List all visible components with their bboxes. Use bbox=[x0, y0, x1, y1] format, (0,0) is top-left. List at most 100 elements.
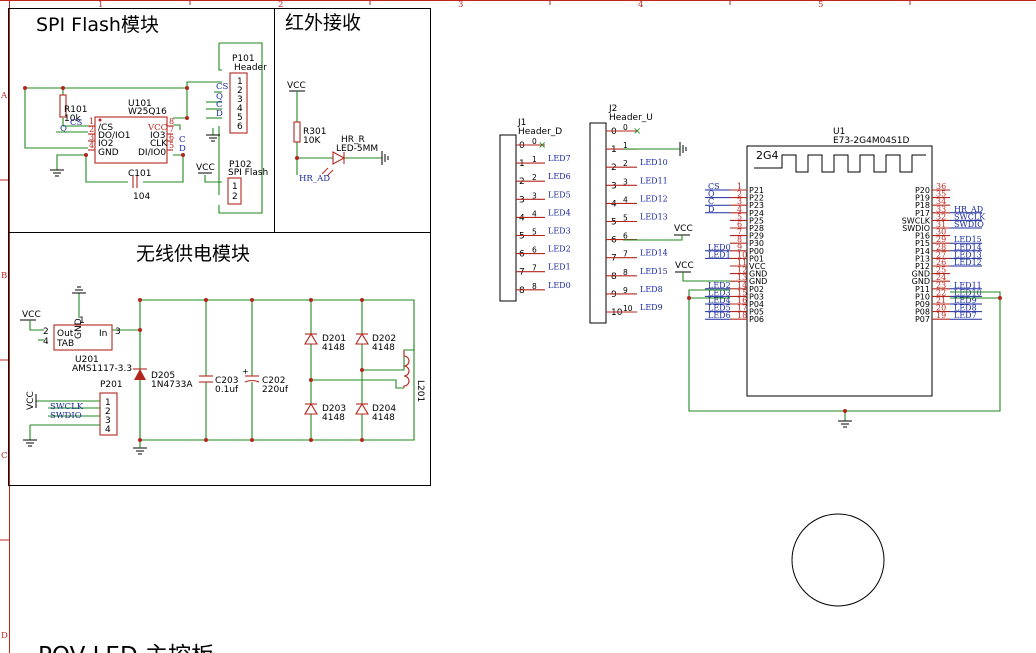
net-label: LED12 bbox=[954, 258, 982, 267]
net-label: D bbox=[179, 144, 186, 154]
net-label: CS bbox=[70, 118, 83, 128]
net-label: LED6 bbox=[708, 311, 731, 320]
net-label: LED5 bbox=[548, 190, 571, 199]
pin-number: 3 bbox=[611, 181, 617, 191]
pin-number: 1 bbox=[79, 316, 85, 326]
net-label: LED6 bbox=[548, 172, 571, 181]
d202-value: 4148 bbox=[372, 343, 395, 353]
r301-value: 10K bbox=[303, 136, 321, 146]
pin-number: 4 bbox=[611, 199, 617, 209]
pin-number: 5 bbox=[519, 232, 525, 242]
pin-number: 1 bbox=[519, 159, 525, 169]
c202-value: 220uf bbox=[262, 385, 289, 395]
pin-number: 6 bbox=[519, 250, 525, 260]
net-label: LED7 bbox=[954, 311, 977, 320]
u101-pin-gnd: GND bbox=[98, 148, 119, 158]
d204-value: 4148 bbox=[372, 413, 395, 423]
u1-left-pin: P06 bbox=[749, 315, 764, 324]
module-u1: U1 E73-2G4M04S1D 2G4 1 P21CS2 P22Q3 P23C4 P2… bbox=[675, 127, 1002, 428]
schematic-canvas: 1 2 3 4 5 A B C D SPI Flash模块 红外接收 无线供电模… bbox=[0, 0, 1036, 653]
vcc-label: VCC bbox=[675, 261, 694, 271]
pin-number: 4 bbox=[105, 425, 111, 435]
vcc-label: VCC bbox=[674, 224, 693, 234]
net-label: CS bbox=[216, 82, 229, 92]
mounting-circle bbox=[791, 513, 885, 607]
svg-text:+: + bbox=[242, 367, 249, 376]
d201-value: 4148 bbox=[322, 343, 345, 353]
drawing-frame: 1 2 3 4 5 A B C D bbox=[0, 0, 1036, 653]
pin-number: 8 bbox=[519, 286, 525, 296]
net-label: LED1 bbox=[708, 250, 731, 259]
pin-number: 4 bbox=[43, 337, 49, 347]
net-label: LED12 bbox=[640, 194, 668, 203]
c203-value: 0.1uf bbox=[215, 385, 239, 395]
frame-col-label: 4 bbox=[638, 0, 643, 10]
wireless-power-title: 无线供电模块 bbox=[136, 243, 250, 265]
frame-row-label: C bbox=[1, 451, 8, 461]
u201-tab: TAB bbox=[56, 339, 74, 349]
u1-antenna-label: 2G4 bbox=[756, 149, 779, 162]
j1-value: Header_D bbox=[518, 127, 562, 137]
p101-value: Header bbox=[234, 63, 267, 73]
net-label: D bbox=[216, 109, 223, 119]
vcc-label: VCC bbox=[22, 310, 41, 320]
pin-number: 7 bbox=[611, 254, 617, 264]
pin-number: 10 bbox=[611, 308, 623, 318]
header-j2: J2 Header_U 0 0 ×1 12 2 LED103 3 LED114 4 LED125 5… bbox=[589, 104, 693, 324]
pin-number: 4 bbox=[519, 213, 525, 223]
svg-text:×: × bbox=[633, 126, 641, 137]
spi-flash-title: SPI Flash模块 bbox=[36, 14, 159, 36]
pin-number: 19 bbox=[936, 311, 946, 320]
frame-col-label: 3 bbox=[458, 0, 463, 10]
led-value: LED-5MM bbox=[336, 144, 378, 154]
pin-number: 2 bbox=[611, 163, 617, 173]
u201-value: AMS1117-3.3 bbox=[72, 364, 132, 374]
net-label: LED14 bbox=[640, 249, 668, 258]
frame-row-label: D bbox=[1, 631, 8, 641]
pin-number: 6 bbox=[611, 236, 617, 246]
net-label: LED3 bbox=[548, 227, 571, 236]
vcc-label: VCC bbox=[196, 163, 215, 173]
vcc-label: VCC bbox=[26, 391, 36, 410]
u101-value: W25Q16 bbox=[128, 107, 167, 117]
pin-number: 0 bbox=[519, 141, 525, 151]
d205-value: 1N4733A bbox=[151, 380, 193, 390]
pin-number: 3 bbox=[115, 327, 121, 337]
pin-number: 0 bbox=[611, 127, 617, 137]
pin-number: 2 bbox=[43, 327, 49, 337]
pin-number: 7 bbox=[519, 268, 525, 278]
u101-pin-di: DI/IO0 bbox=[138, 148, 166, 158]
spi-flash-module: R101 10k CS Q U101 W25Q16 1 2 3 4 /CS DO… bbox=[23, 42, 268, 214]
net-label: SWDIO bbox=[50, 411, 82, 421]
net-label: LED10 bbox=[640, 158, 668, 167]
net-label: LED4 bbox=[548, 208, 571, 217]
p102-value: SPI Flash bbox=[228, 168, 268, 178]
pin-number: 6 bbox=[237, 122, 243, 132]
net-label: LED2 bbox=[548, 245, 571, 254]
pin-number: 18 bbox=[737, 311, 747, 320]
svg-text:×: × bbox=[538, 140, 546, 151]
net-label: SWDIO bbox=[954, 220, 984, 229]
u201-out: Out bbox=[57, 329, 74, 339]
pin-number: 9 bbox=[611, 290, 617, 300]
pin-number: 1 bbox=[611, 145, 617, 155]
net-label: HR_AD bbox=[299, 174, 330, 184]
net-label: LED1 bbox=[548, 263, 571, 272]
pin-number: 2 bbox=[519, 177, 525, 187]
vcc-label: VCC bbox=[287, 81, 306, 91]
pin-number: 1 bbox=[232, 182, 238, 192]
p201-ref: P201 bbox=[100, 380, 123, 390]
net-label: LED11 bbox=[640, 176, 668, 185]
j2-value: Header_U bbox=[609, 113, 653, 123]
pin-number: 3 bbox=[519, 195, 525, 205]
pin-number: 5 bbox=[611, 218, 617, 228]
net-label: LED15 bbox=[640, 267, 668, 276]
pin-number: 5 bbox=[169, 141, 174, 150]
d203-value: 4148 bbox=[322, 413, 345, 423]
board-title: POV LED 主控板 bbox=[38, 643, 214, 653]
net-label: D bbox=[708, 205, 714, 214]
pin-number: 4 bbox=[89, 141, 94, 150]
u1-value: E73-2G4M04S1D bbox=[833, 136, 909, 146]
ir-receive-module: VCC R301 10K HR_R LED-5MM HR_AD bbox=[287, 81, 389, 184]
header-j1: J1 Header_D 0 0 ×1 1 LED72 2 LED63 3 LED54 4 LED45… bbox=[499, 118, 571, 302]
